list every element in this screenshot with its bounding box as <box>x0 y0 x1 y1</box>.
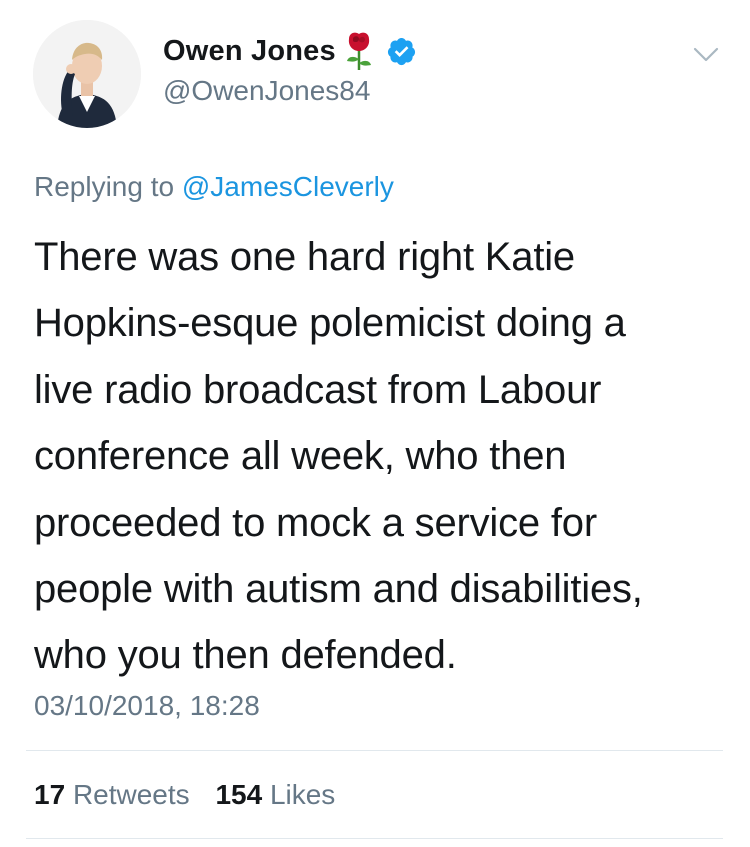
tweet-text-line: who you then defended. <box>34 633 457 678</box>
retweets-label: Retweets <box>72 779 190 810</box>
likes-label: Likes <box>269 779 336 810</box>
tweet-text: There was one hard right Katie Hopkins-e… <box>34 224 724 689</box>
rose-icon <box>342 31 376 71</box>
tweet-card: Owen Jones @OwenJones84 Replying to @Jam… <box>0 0 750 847</box>
reply-context: Replying to @JamesCleverly <box>34 171 394 203</box>
retweets-stat[interactable]: 17 Retweets <box>34 779 190 811</box>
tweet-timestamp[interactable]: 03/10/2018, 18:28 <box>34 690 260 722</box>
likes-stat[interactable]: 154 Likes <box>215 779 335 811</box>
avatar[interactable] <box>33 20 141 128</box>
author-handle[interactable]: @OwenJones84 <box>163 75 370 107</box>
tweet-text-line: Hopkins-esque polemicist doing a <box>34 301 626 346</box>
likes-count: 154 <box>215 779 263 810</box>
tweet-stats: 17 Retweets 154 Likes <box>34 779 335 811</box>
retweets-count: 17 <box>34 779 66 810</box>
tweet-text-line: proceeded to mock a service for <box>34 500 597 545</box>
author-row: Owen Jones <box>163 31 417 71</box>
reply-mention-link[interactable]: @JamesCleverly <box>182 171 394 202</box>
reply-prefix: Replying to <box>34 171 175 202</box>
tweet-text-line: conference all week, who then <box>34 434 567 479</box>
verified-icon <box>386 36 417 67</box>
tweet-text-line: There was one hard right Katie <box>34 235 575 279</box>
display-name[interactable]: Owen Jones <box>163 35 336 68</box>
divider <box>26 838 723 839</box>
divider <box>26 750 723 751</box>
tweet-text-line: live radio broadcast from Labour <box>34 367 602 412</box>
avatar-image <box>33 20 141 128</box>
tweet-text-line: people with autism and disabilities, <box>34 567 643 612</box>
chevron-down-icon[interactable] <box>693 46 719 64</box>
